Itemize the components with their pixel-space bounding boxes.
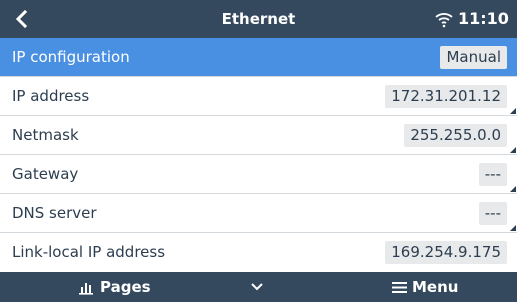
setting-row-gateway[interactable]: Gateway --- xyxy=(0,155,517,194)
setting-row-ip-configuration[interactable]: IP configuration Manual xyxy=(0,38,517,77)
menu-label: Menu xyxy=(412,278,459,296)
setting-value[interactable]: 172.31.201.12 xyxy=(385,85,507,108)
wifi-icon xyxy=(435,13,453,28)
setting-value[interactable]: 255.255.0.0 xyxy=(404,124,507,147)
edit-corner-icon xyxy=(510,147,516,153)
setting-label: Gateway xyxy=(12,165,79,183)
top-bar: Ethernet 11:10 xyxy=(0,0,517,38)
clock: 11:10 xyxy=(458,9,509,28)
setting-row-ip-address[interactable]: IP address 172.31.201.12 xyxy=(0,77,517,116)
settings-list: IP configuration Manual IP address 172.3… xyxy=(0,38,517,272)
setting-label: IP address xyxy=(12,87,90,105)
pages-label: Pages xyxy=(100,278,151,296)
setting-value[interactable]: --- xyxy=(478,202,507,225)
edit-corner-icon xyxy=(510,108,516,114)
setting-label: DNS server xyxy=(12,204,97,222)
setting-row-link-local-ip[interactable]: Link-local IP address 169.254.9.175 xyxy=(0,233,517,272)
bar-chart-icon xyxy=(79,282,93,295)
edit-corner-icon xyxy=(510,186,516,192)
bottom-bar: Pages Menu xyxy=(0,272,517,302)
edit-corner-icon xyxy=(510,225,516,231)
setting-label: Netmask xyxy=(12,126,79,144)
setting-row-netmask[interactable]: Netmask 255.255.0.0 xyxy=(0,116,517,155)
menu-button[interactable]: Menu xyxy=(392,272,458,302)
chevron-left-icon[interactable] xyxy=(10,6,36,32)
ethernet-screen: Ethernet 11:10 IP configuration Manual I… xyxy=(0,0,517,302)
setting-label: IP configuration xyxy=(12,48,130,66)
setting-value[interactable]: --- xyxy=(478,163,507,186)
setting-value: 169.254.9.175 xyxy=(385,241,507,264)
setting-row-dns-server[interactable]: DNS server --- xyxy=(0,194,517,233)
hamburger-icon xyxy=(392,282,407,293)
setting-value[interactable]: Manual xyxy=(440,46,507,69)
pages-button[interactable]: Pages xyxy=(78,272,151,302)
chevron-down-icon[interactable] xyxy=(250,281,264,293)
setting-label: Link-local IP address xyxy=(12,243,166,261)
